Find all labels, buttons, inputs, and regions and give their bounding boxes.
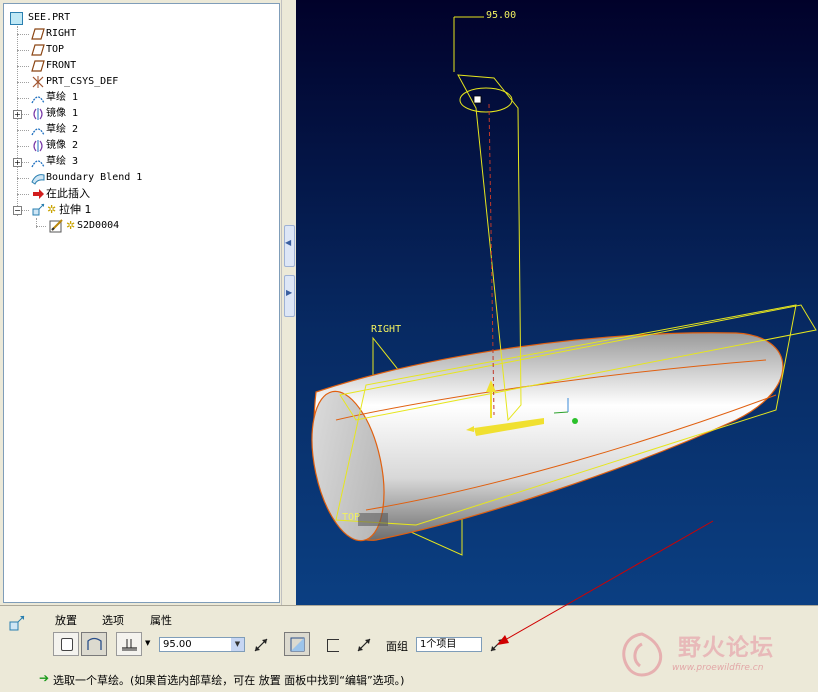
tree-item-mirror-2[interactable]: 镜像 2 <box>4 138 274 154</box>
watermark-text: 野火论坛 <box>678 635 774 661</box>
datum-plane-icon <box>31 60 45 72</box>
flip-quilt-side-icon[interactable] <box>488 636 506 654</box>
tree-item-sketch-3[interactable]: + 草绘 3 <box>4 154 274 170</box>
section-sketch-icon <box>49 219 63 233</box>
tree-item-mirror-1[interactable]: + 镜像 1 <box>4 106 274 122</box>
tree-item-top[interactable]: TOP <box>4 42 274 58</box>
model-view[interactable] <box>296 0 818 605</box>
tree-item-insert-here[interactable]: 在此插入 <box>4 186 274 202</box>
tree-item-csys[interactable]: PRT_CSYS_DEF <box>4 74 274 90</box>
insert-marker-icon: ✲ <box>66 219 76 232</box>
quilt-label: 面组 <box>386 640 408 653</box>
boundary-blend-surface[interactable] <box>313 332 784 541</box>
flip-material-side-icon[interactable] <box>355 636 373 654</box>
part-icon <box>10 12 23 25</box>
status-message: 选取一个草绘。(如果首选内部草绘，可在 放置 面板中找到“编辑”选项。) <box>53 674 405 687</box>
panel-splitter[interactable]: ◀ ▶ <box>281 0 296 605</box>
expand-right-icon[interactable]: ▶ <box>286 288 292 297</box>
depth-option-button[interactable] <box>116 632 142 656</box>
status-arrow-icon: ➔ <box>39 671 50 685</box>
tree-item-front[interactable]: FRONT <box>4 58 274 74</box>
watermark-logo <box>622 632 663 677</box>
extrude-icon <box>32 203 45 216</box>
depth-dropdown-icon[interactable]: ▼ <box>145 639 150 647</box>
sketch-icon <box>31 160 45 168</box>
tree-item-label: Boundary Blend 1 <box>46 172 143 183</box>
solid-icon <box>61 638 73 651</box>
tree-item-label: S2D0004 <box>77 220 120 231</box>
dropdown-arrow-icon[interactable]: ▼ <box>231 638 244 651</box>
model-tree: SEE.PRT RIGHT TOP FRONT PRT_CSYS_DEF 草绘 … <box>3 3 280 603</box>
tree-item-section-sketch[interactable]: ✲ S2D0004 <box>4 218 274 234</box>
surface-icon <box>87 637 102 650</box>
expand-toggle[interactable]: + <box>13 158 22 167</box>
tab-properties[interactable]: 属性 <box>150 612 172 628</box>
extrude-solid-button[interactable] <box>53 632 79 656</box>
datum-label-right[interactable]: RIGHT <box>371 324 401 335</box>
label-backdrop <box>358 513 388 526</box>
csys-icon <box>32 76 44 88</box>
csys-origin-icon <box>572 418 578 424</box>
expand-toggle[interactable]: + <box>13 110 22 119</box>
tree-item-label: 拉伸 1 <box>59 203 92 216</box>
mirror-icon <box>33 108 43 120</box>
tree-item-label: FRONT <box>46 60 77 71</box>
quilt-collector[interactable]: 1个项目 <box>416 637 482 652</box>
dimension-label[interactable]: 95.00 <box>486 10 516 21</box>
boundary-blend-icon <box>31 174 45 185</box>
collapse-toggle[interactable]: − <box>13 206 22 215</box>
tree-item-boundary-blend[interactable]: Boundary Blend 1 <box>4 170 274 186</box>
tree-item-label: 草绘 2 <box>46 124 79 135</box>
tree-item-label: 镜像 1 <box>46 108 79 119</box>
depth-value-field[interactable]: 95.00 ▼ <box>159 637 245 652</box>
capped-ends-icon[interactable] <box>327 639 339 652</box>
watermark-url: www.proewildfire.cn <box>672 663 764 673</box>
tree-root-label: SEE.PRT <box>28 12 71 23</box>
sketch-icon <box>31 96 45 104</box>
trim-quilt-button[interactable] <box>284 632 310 656</box>
extrude-section <box>459 87 513 113</box>
drag-handle[interactable] <box>473 95 482 104</box>
mirror-icon <box>33 140 43 152</box>
tree-item-label: PRT_CSYS_DEF <box>46 76 119 87</box>
extrude-surface-button[interactable] <box>81 632 107 656</box>
extrude-feature-icon <box>9 615 25 631</box>
tree-item-label: 在此插入 <box>46 187 90 200</box>
graphics-window[interactable]: 95.00 RIGHT TOP <box>296 0 818 605</box>
tab-options[interactable]: 选项 <box>102 612 124 628</box>
insert-here-arrow-icon <box>33 189 44 199</box>
datum-plane-icon <box>31 28 45 40</box>
blind-depth-icon <box>122 639 137 651</box>
flip-direction-icon[interactable] <box>252 636 270 654</box>
sketch-icon <box>31 128 45 136</box>
tree-item-sketch-1[interactable]: 草绘 1 <box>4 90 274 106</box>
datum-label-top[interactable]: TOP <box>342 512 360 523</box>
tree-item-right[interactable]: RIGHT <box>4 26 274 42</box>
tree-item-label: TOP <box>46 44 65 55</box>
tree-item-label: 草绘 3 <box>46 156 79 167</box>
tree-root[interactable]: SEE.PRT <box>4 10 274 26</box>
tree-item-extrude-1[interactable]: − ✲ 拉伸 1 <box>4 202 274 218</box>
depth-value: 95.00 <box>163 639 192 650</box>
insert-marker-icon: ✲ <box>47 203 57 216</box>
tab-placement[interactable]: 放置 <box>55 612 77 628</box>
collapse-left-icon[interactable]: ◀ <box>285 238 291 247</box>
trim-surface-icon <box>290 637 305 652</box>
datum-plane-icon <box>31 44 45 56</box>
tree-item-label: 镜像 2 <box>46 140 79 151</box>
tree-item-label: RIGHT <box>46 28 77 39</box>
tree-item-label: 草绘 1 <box>46 92 79 103</box>
tree-item-sketch-2[interactable]: 草绘 2 <box>4 122 274 138</box>
